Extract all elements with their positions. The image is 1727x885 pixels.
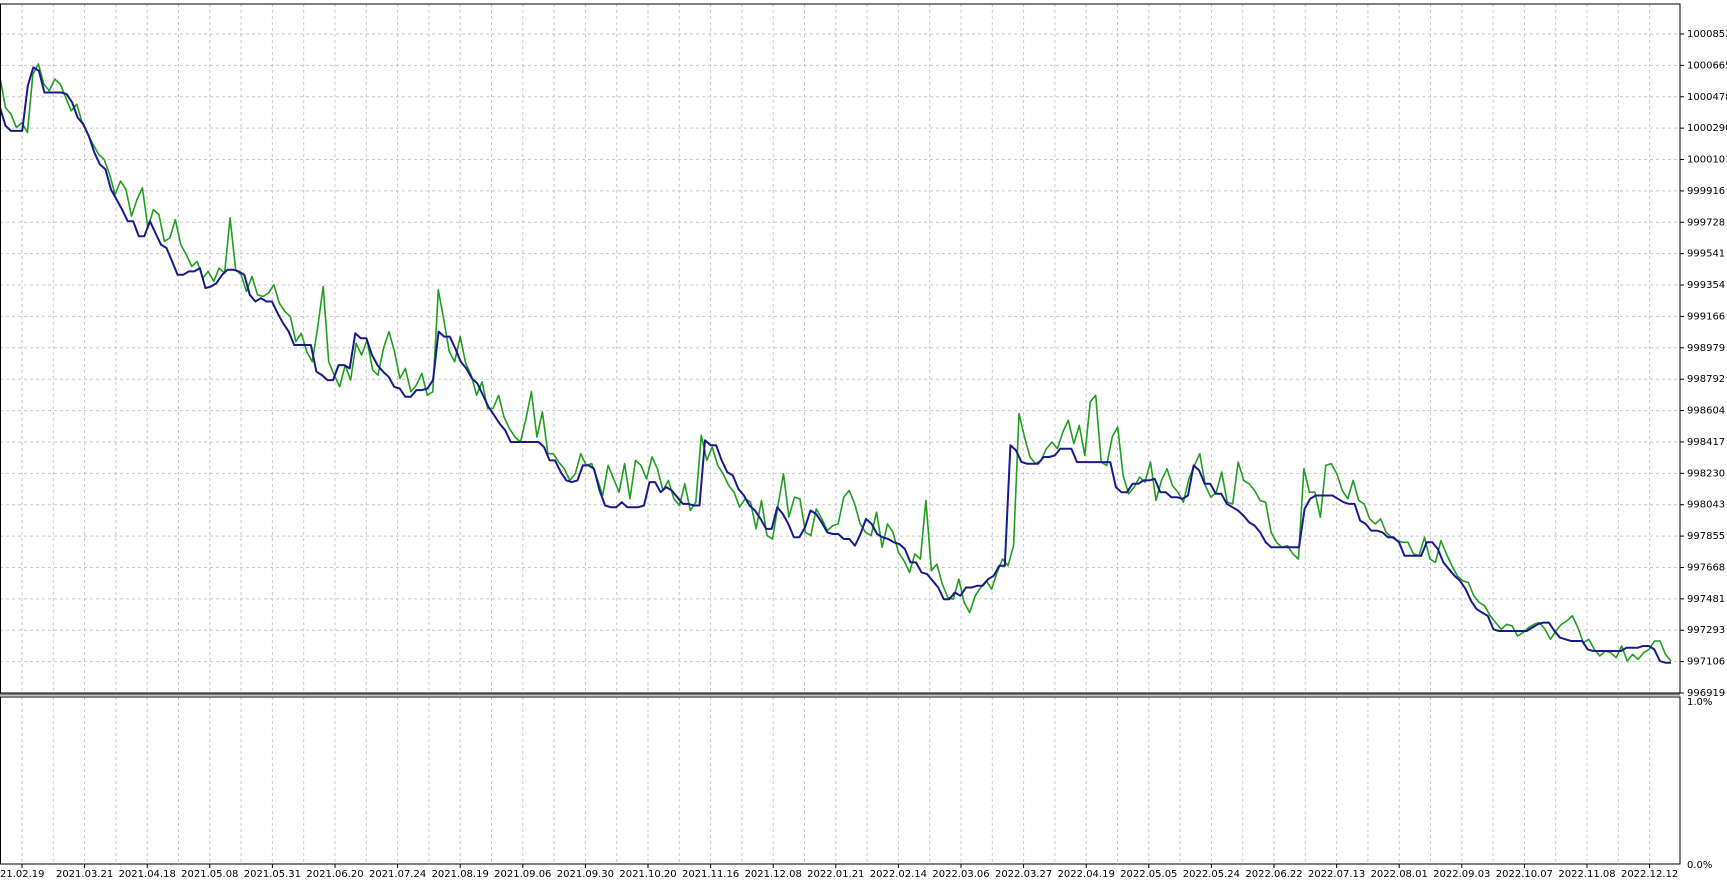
x-tick-label: 2022.09.03	[1433, 869, 1490, 880]
y-tick-label: 999541	[1687, 249, 1725, 260]
chart: 1000852 1000665 1000478 1000290 1000103 99991…	[0, 0, 1727, 881]
main-panel-frame	[0, 3, 1681, 694]
x-tick-label: 2022.12.12	[1621, 869, 1678, 880]
x-tick-label: 2021.04.18	[119, 869, 176, 880]
y-tick-label: 999916	[1687, 186, 1725, 197]
x-tick-label: 2022.03.06	[932, 869, 989, 880]
y-tick-label: 998792	[1687, 374, 1725, 385]
x-tick-label: 2022.06.22	[1245, 869, 1302, 880]
chart-svg: 1000852 1000665 1000478 1000290 1000103 99991…	[0, 3, 1727, 880]
lower-y-label-bottom: 0.0%	[1687, 860, 1712, 871]
grid-lines	[0, 4, 1680, 864]
lower-panel-axis: 1.0% 0.0%	[1687, 697, 1712, 871]
x-tick-label: 21.02.19	[0, 869, 45, 880]
x-tick-label: 2021.05.31	[244, 869, 301, 880]
x-tick-label: 2022.04.19	[1058, 869, 1115, 880]
x-tick-label: 2022.05.24	[1183, 869, 1240, 880]
x-tick-label: 2022.08.01	[1371, 869, 1428, 880]
y-tick-label: 997106	[1687, 657, 1725, 668]
x-tick-label: 2021.06.20	[306, 869, 363, 880]
y-tick-label: 998230	[1687, 468, 1725, 479]
x-tick-label: 2022.10.07	[1496, 869, 1553, 880]
chart-frame	[0, 3, 1681, 865]
y-tick-label: 1000478	[1687, 92, 1727, 103]
y-tick-label: 998979	[1687, 343, 1725, 354]
x-tick-label: 2021.09.30	[557, 869, 614, 880]
y-tick-label: 999166	[1687, 311, 1725, 322]
x-tick-label: 2021.12.08	[745, 869, 802, 880]
x-tick-label: 2022.07.13	[1308, 869, 1365, 880]
y-tick-label: 1000665	[1687, 60, 1727, 71]
series-line-0	[0, 63, 1672, 662]
lower-y-label-top: 1.0%	[1687, 697, 1712, 708]
x-tick-label: 2021.08.19	[432, 869, 489, 880]
lower-panel-frame	[0, 696, 1681, 865]
x-tick-label: 2022.03.27	[995, 869, 1052, 880]
x-tick-label: 2021.10.20	[619, 869, 676, 880]
y-tick-label: 1000852	[1687, 29, 1727, 40]
x-tick-label: 2021.09.06	[494, 869, 551, 880]
y-tick-label: 997481	[1687, 594, 1725, 605]
y-axis-labels: 1000852 1000665 1000478 1000290 1000103 99991…	[1680, 29, 1727, 699]
y-tick-label: 997668	[1687, 562, 1725, 573]
y-tick-label: 999728	[1687, 217, 1725, 228]
x-tick-label: 2021.11.16	[682, 869, 739, 880]
y-tick-label: 997855	[1687, 531, 1725, 542]
x-tick-label: 2022.01.21	[807, 869, 864, 880]
y-tick-label: 998417	[1687, 437, 1725, 448]
y-tick-label: 998043	[1687, 500, 1725, 511]
x-tick-label: 2022.11.08	[1558, 869, 1615, 880]
y-tick-label: 999354	[1687, 280, 1725, 291]
x-tick-label: 2021.07.24	[369, 869, 426, 880]
x-tick-label: 2022.05.05	[1120, 869, 1177, 880]
x-tick-label: 2021.05.08	[181, 869, 238, 880]
y-tick-label: 1000290	[1687, 123, 1727, 134]
y-tick-label: 998604	[1687, 406, 1725, 417]
x-tick-label: 2021.03.21	[56, 869, 113, 880]
x-axis-labels: 21.02.19 2021.03.21 2021.04.18 2021.05.08 20…	[0, 864, 1678, 880]
y-tick-label: 997293	[1687, 625, 1725, 636]
series-lines	[0, 63, 1672, 664]
x-tick-label: 2022.02.14	[870, 869, 927, 880]
y-tick-label: 1000103	[1687, 155, 1727, 166]
